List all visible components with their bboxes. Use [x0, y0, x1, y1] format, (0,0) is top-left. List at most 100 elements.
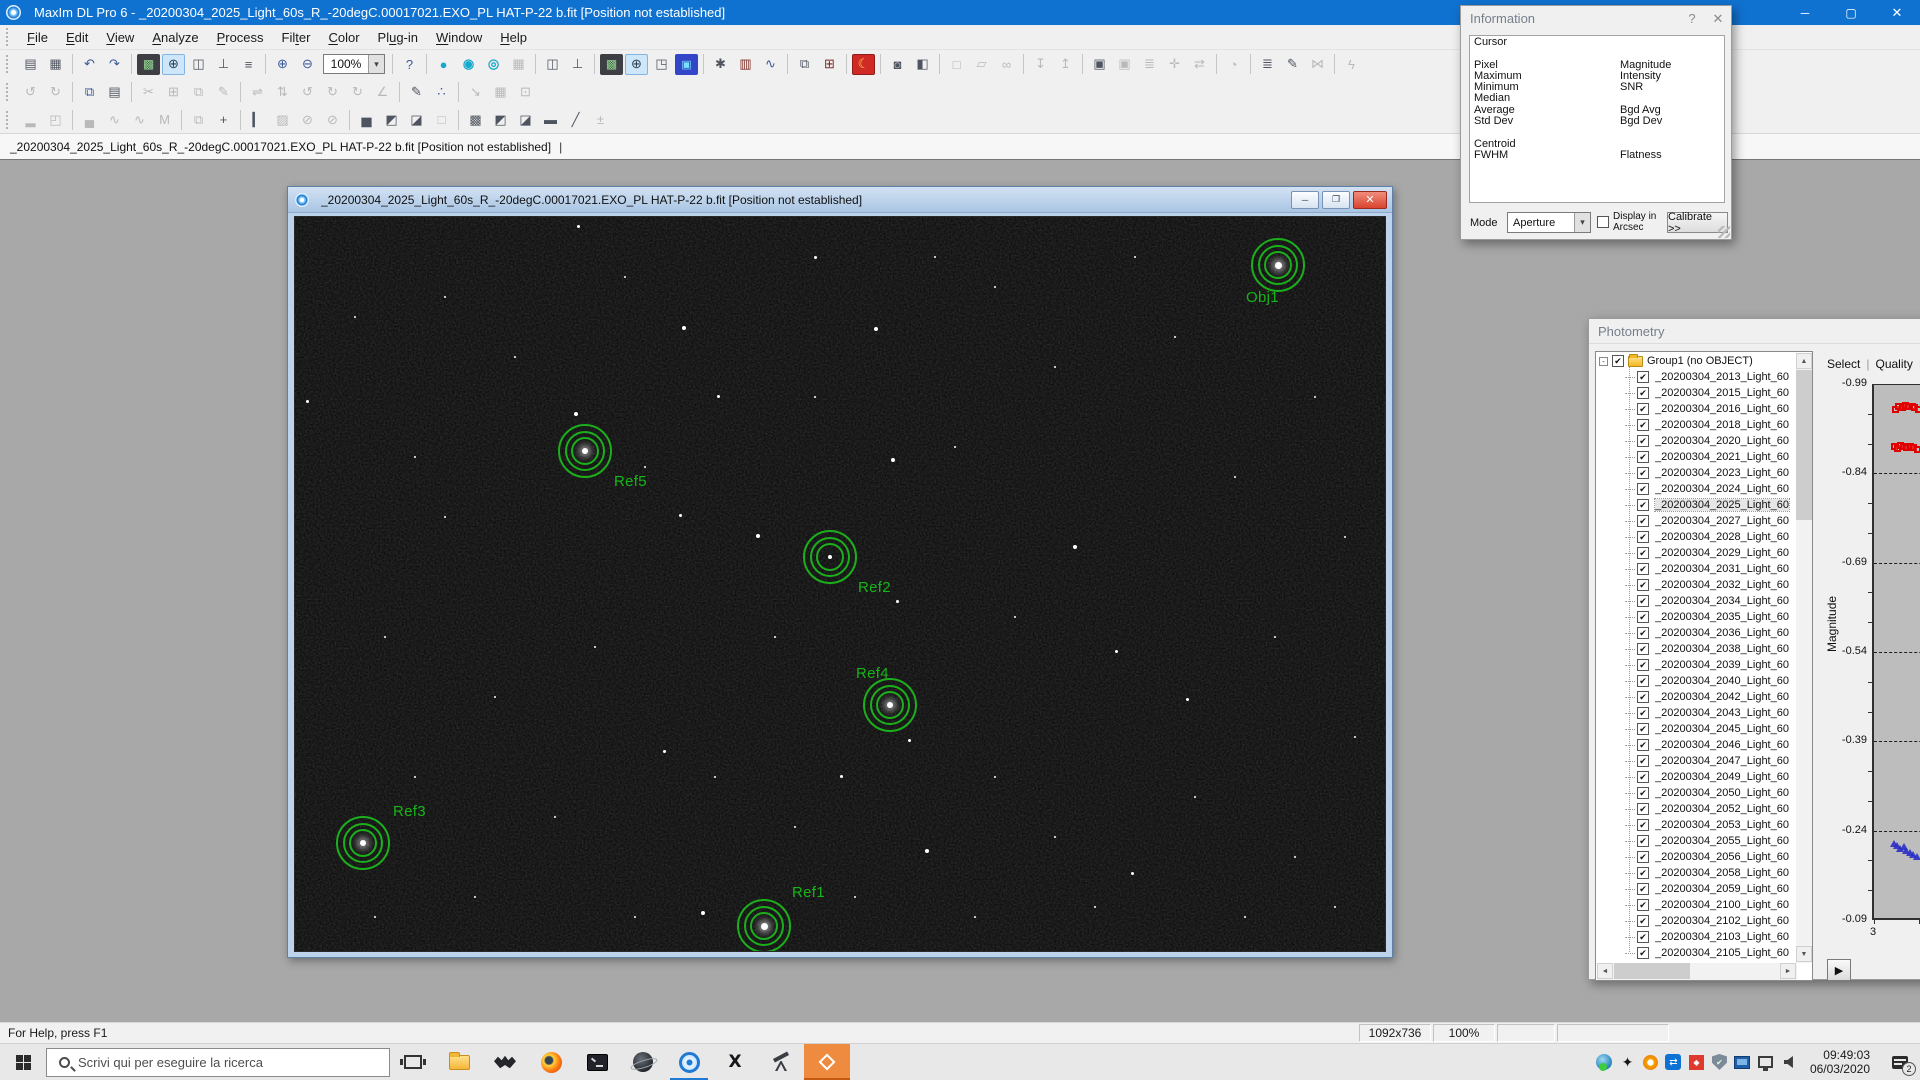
- photometry-window[interactable]: Photometry -✔Group1 (no OBJECT)✔_2020030…: [1588, 318, 1920, 980]
- information-title-bar[interactable]: Information ? ✕: [1461, 6, 1731, 31]
- tree-item[interactable]: ✔_20200304_2029_Light_60: [1597, 545, 1797, 561]
- checkbox-checked-icon[interactable]: ✔: [1637, 819, 1649, 831]
- checkbox-checked-icon[interactable]: ✔: [1637, 851, 1649, 863]
- notification-center-button[interactable]: 2: [1880, 1044, 1920, 1080]
- taskbar-task-view-button[interactable]: [390, 1044, 436, 1080]
- checkbox-checked-icon[interactable]: ✔: [1637, 707, 1649, 719]
- copy-images-icon[interactable]: ⧉: [793, 54, 816, 75]
- tree-item[interactable]: ✔_20200304_2025_Light_60: [1597, 497, 1797, 513]
- photometry-tab-select[interactable]: Select: [1827, 357, 1860, 371]
- tree-item[interactable]: ✔_20200304_2031_Light_60: [1597, 561, 1797, 577]
- menu-view[interactable]: View: [97, 27, 143, 48]
- resize-grip[interactable]: [1718, 226, 1730, 238]
- checkbox-checked-icon[interactable]: ✔: [1637, 787, 1649, 799]
- undo-icon[interactable]: ↶: [78, 54, 101, 75]
- play-button[interactable]: ▶: [1827, 959, 1851, 981]
- zoom-out-icon[interactable]: ⊖: [296, 54, 319, 75]
- scroll-down-button[interactable]: ▼: [1796, 946, 1812, 962]
- taskbar-maxim-dl[interactable]: [666, 1044, 712, 1080]
- save-file-icon[interactable]: ▣: [1088, 54, 1111, 75]
- star-field-image[interactable]: Obj1Ref5Ref2Ref4Ref3Ref1: [294, 216, 1386, 952]
- aperture-ring[interactable]: [558, 424, 612, 478]
- tree-item[interactable]: ✔_20200304_2021_Light_60: [1597, 449, 1797, 465]
- menu-file[interactable]: File: [18, 27, 57, 48]
- screen-stretch2-icon[interactable]: ▩: [600, 54, 623, 75]
- checkbox-checked-icon[interactable]: ✔: [1637, 563, 1649, 575]
- aperture-ring[interactable]: [863, 678, 917, 732]
- taskbar-planetarium[interactable]: [620, 1044, 666, 1080]
- display-properties-icon[interactable]: ≡: [237, 54, 260, 75]
- settings-page-icon[interactable]: ✱: [709, 54, 732, 75]
- checkbox-checked-icon[interactable]: ✔: [1637, 899, 1649, 911]
- magnifier-doc-icon[interactable]: ◳: [650, 54, 673, 75]
- checkbox-checked-icon[interactable]: ✔: [1637, 371, 1649, 383]
- tree-item[interactable]: ✔_20200304_2055_Light_60: [1597, 833, 1797, 849]
- magnifier-minus-icon[interactable]: ◎: [482, 54, 505, 75]
- tree-item[interactable]: ✔_20200304_2102_Light_60: [1597, 913, 1797, 929]
- tree-item[interactable]: ✔_20200304_2046_Light_60: [1597, 737, 1797, 753]
- menu-help[interactable]: Help: [491, 27, 536, 48]
- crosshair-icon[interactable]: ⊕: [162, 54, 185, 75]
- photometry-tab-quality[interactable]: Quality: [1875, 357, 1912, 371]
- night-vision-icon[interactable]: ☾: [852, 54, 875, 75]
- checkbox-checked-icon[interactable]: ✔: [1637, 435, 1649, 447]
- tree-item[interactable]: ✔_20200304_2056_Light_60: [1597, 849, 1797, 865]
- tree-item[interactable]: ✔_20200304_2045_Light_60: [1597, 721, 1797, 737]
- menu-filter[interactable]: Filter: [273, 27, 320, 48]
- checkbox-checked-icon[interactable]: ✔: [1637, 403, 1649, 415]
- checkbox-checked-icon[interactable]: ✔: [1637, 627, 1649, 639]
- information-close-button[interactable]: ✕: [1705, 9, 1731, 29]
- checkbox-checked-icon[interactable]: ✔: [1637, 915, 1649, 927]
- zoom-level-combobox[interactable]: 100%▾: [323, 54, 385, 74]
- photometry-title-bar[interactable]: Photometry: [1589, 319, 1920, 344]
- gradient1-icon[interactable]: ▩: [464, 109, 487, 130]
- tree-item[interactable]: ✔_20200304_2018_Light_60: [1597, 417, 1797, 433]
- tree-item[interactable]: ✔_20200304_2105_Light_60: [1597, 945, 1797, 961]
- tree-item[interactable]: ✔_20200304_2050_Light_60: [1597, 785, 1797, 801]
- flatten-icon[interactable]: ▬: [539, 109, 562, 130]
- tree-item[interactable]: ✔_20200304_2047_Light_60: [1597, 753, 1797, 769]
- pencil-icon[interactable]: ✎: [405, 82, 428, 103]
- taskbar-x-app[interactable]: X: [712, 1044, 758, 1080]
- tray-defender[interactable]: ✔: [1708, 1050, 1731, 1074]
- checkbox-checked-icon[interactable]: ✔: [1637, 547, 1649, 559]
- zoom-in-icon[interactable]: ⊕: [271, 54, 294, 75]
- stack2-icon[interactable]: ◪: [405, 109, 428, 130]
- tree-item[interactable]: ✔_20200304_2043_Light_60: [1597, 705, 1797, 721]
- menu-color[interactable]: Color: [319, 27, 368, 48]
- taskbar-terminal[interactable]: [574, 1044, 620, 1080]
- app-maximize-button[interactable]: ▢: [1828, 0, 1874, 25]
- image-window-title-bar[interactable]: _20200304_2025_Light_60s_R_-20degC.00017…: [288, 187, 1392, 213]
- magnifier-icon[interactable]: ●: [432, 54, 455, 75]
- pixel-grid-icon[interactable]: ⊞: [818, 54, 841, 75]
- aperture-ring[interactable]: [1251, 238, 1305, 292]
- aperture-ring[interactable]: [737, 899, 791, 952]
- menu-edit[interactable]: Edit: [57, 27, 97, 48]
- tree-item[interactable]: ✔_20200304_2016_Light_60: [1597, 401, 1797, 417]
- scrollbar-thumb[interactable]: [1796, 370, 1812, 520]
- checkbox-checked-icon[interactable]: ✔: [1637, 387, 1649, 399]
- tray-volume[interactable]: [1777, 1050, 1800, 1074]
- menu-process[interactable]: Process: [208, 27, 273, 48]
- checkbox-checked-icon[interactable]: ✔: [1637, 931, 1649, 943]
- tree-item[interactable]: ✔_20200304_2058_Light_60: [1597, 865, 1797, 881]
- start-button[interactable]: [0, 1044, 46, 1080]
- tray-planetarium[interactable]: [1593, 1050, 1616, 1074]
- image-close-button[interactable]: ✕: [1353, 191, 1387, 209]
- aperture-ring[interactable]: [803, 530, 857, 584]
- menu-window[interactable]: Window: [427, 27, 491, 48]
- checkbox-checked-icon[interactable]: ✔: [1637, 723, 1649, 735]
- tree-item[interactable]: ✔_20200304_2028_Light_60: [1597, 529, 1797, 545]
- scroll-left-button[interactable]: ◄: [1597, 963, 1613, 979]
- context-help-icon[interactable]: ?: [398, 54, 421, 75]
- tree-item[interactable]: ✔_20200304_2015_Light_60: [1597, 385, 1797, 401]
- image-restore-button[interactable]: ❐: [1322, 191, 1350, 209]
- tree-item[interactable]: ✔_20200304_2023_Light_60: [1597, 465, 1797, 481]
- add-marker-icon[interactable]: +: [212, 109, 235, 130]
- tray-dropbox[interactable]: ✦: [1616, 1050, 1639, 1074]
- tree-item[interactable]: ✔_20200304_2027_Light_60: [1597, 513, 1797, 529]
- image-minimize-button[interactable]: ─: [1291, 191, 1319, 209]
- toolbar-grip[interactable]: [6, 83, 14, 101]
- checkbox-checked-icon[interactable]: ✔: [1637, 531, 1649, 543]
- tree-item[interactable]: ✔_20200304_2013_Light_60: [1597, 369, 1797, 385]
